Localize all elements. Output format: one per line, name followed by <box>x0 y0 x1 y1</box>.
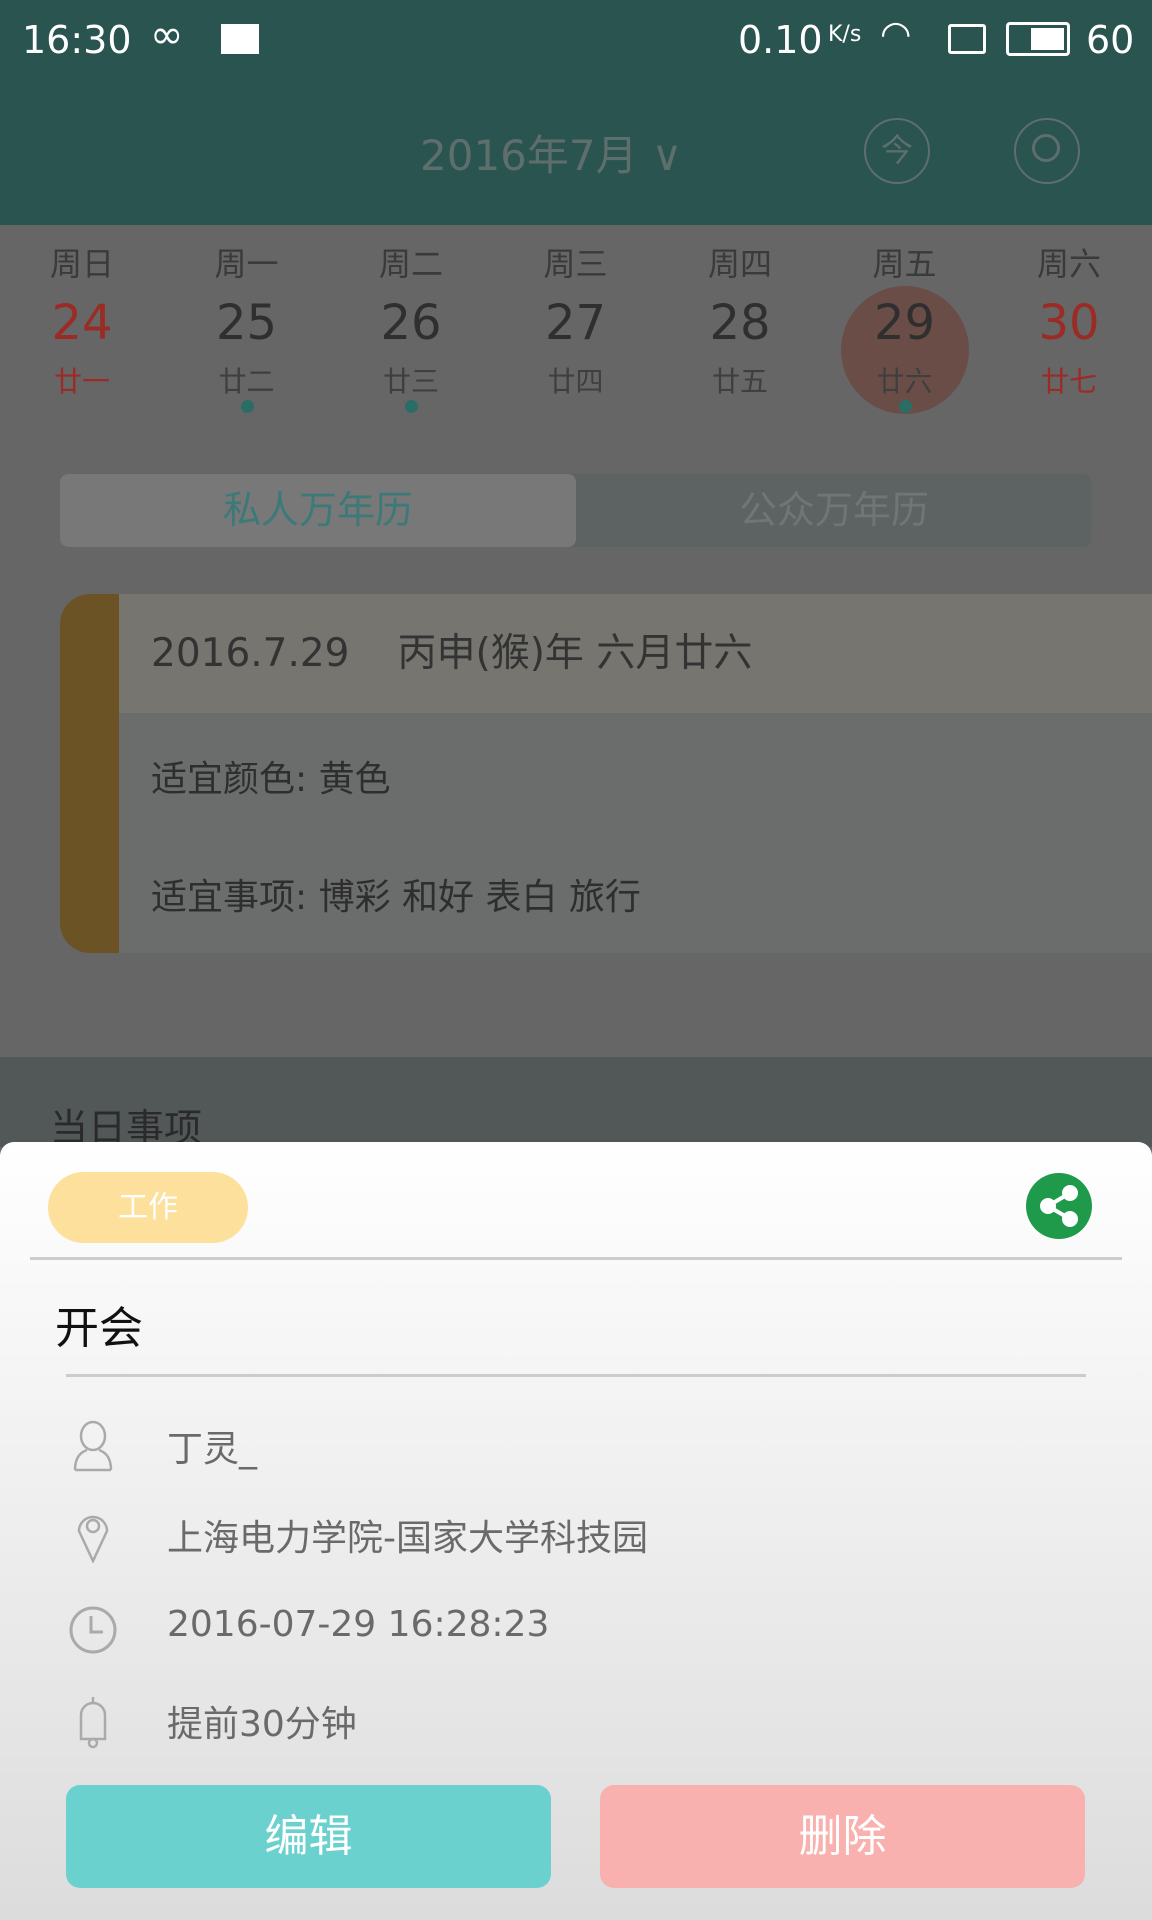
search-button[interactable] <box>1014 118 1080 184</box>
almanac-lunar: 丙申(猴)年 六月廿六 <box>397 631 753 676</box>
weekday-label: 周二 <box>378 245 443 283</box>
day-cell-30[interactable]: 周六 30 廿七 <box>987 225 1151 442</box>
lunar-date: 廿三 <box>382 365 439 398</box>
weekday-label: 周三 <box>543 245 608 283</box>
clock-icon <box>69 1606 117 1654</box>
suitable-color: 适宜颜色: 黄色 <box>151 759 391 800</box>
wifi-icon: ◠ <box>880 14 912 55</box>
event-title: 开会 <box>55 1303 143 1354</box>
pointer-arrow <box>562 442 590 454</box>
chevron-down-icon: ∨ <box>651 131 683 180</box>
battery-icon <box>1006 22 1070 56</box>
network-speed: 0.10 <box>738 18 823 62</box>
search-icon <box>1032 134 1060 162</box>
divider <box>30 1257 1122 1260</box>
sim-icon <box>948 24 986 54</box>
tab-public[interactable]: 公众万年历 <box>576 474 1091 547</box>
weekday-label: 周四 <box>707 245 772 283</box>
speed-unit: K/s <box>828 22 862 47</box>
day-number: 26 <box>380 295 442 351</box>
day-number: 29 <box>873 295 936 351</box>
suitable-matters: 适宜事项: 博彩 和好 表白 旅行 <box>151 877 641 918</box>
battery-level: 60 <box>1086 18 1135 62</box>
person-icon <box>73 1420 113 1472</box>
share-icon <box>1040 1185 1078 1227</box>
day-cell-29[interactable]: 周五 29 廿六 <box>823 225 987 442</box>
day-number: 27 <box>544 295 607 351</box>
image-icon <box>221 24 259 54</box>
almanac-card: 2016.7.29 丙申(猴)年 六月廿六 适宜颜色: 黄色 适宜事项: 博彩 和… <box>60 594 1152 953</box>
reminder-text: 提前30分钟 <box>167 1704 357 1745</box>
day-cell-28[interactable]: 周四 28 廿五 <box>658 225 822 442</box>
week-strip: 周日 24 廿一 周一 25 廿二 周二 26 廿三 周三 27 廿四 周四 28 廿五… <box>0 225 1152 442</box>
location-row: 上海电力学院-国家大学科技园 <box>0 1499 1152 1569</box>
status-time: 16:30 <box>22 18 132 62</box>
day-cell-26[interactable]: 周二 26 廿三 <box>329 225 493 442</box>
month-title: 2016年7月 <box>420 131 638 180</box>
lunar-date: 廿一 <box>53 365 110 398</box>
reminder-row: 提前30分钟 <box>0 1685 1152 1755</box>
weekday-label: 周六 <box>1036 245 1101 283</box>
infinity-icon: ∞ <box>150 12 184 58</box>
lunar-date: 廿二 <box>218 365 275 398</box>
event-dot <box>405 400 418 413</box>
delete-button[interactable]: 删除 <box>600 1785 1085 1888</box>
weekday-label: 周日 <box>49 245 114 283</box>
calendar-tabs: 私人万年历 公众万年历 <box>60 474 1091 547</box>
weekday-label: 周一 <box>214 245 279 283</box>
day-number: 28 <box>709 295 771 351</box>
status-bar: 16:30 ∞ 0.10 K/s ◠ 60 <box>0 0 1152 90</box>
almanac-date: 2016.7.29 <box>151 631 350 676</box>
event-dot <box>898 400 912 413</box>
lunar-date: 廿四 <box>547 365 604 398</box>
lunar-date: 廿七 <box>1040 365 1097 398</box>
events-section: 当日事项 <box>0 1057 1152 1150</box>
edit-button[interactable]: 编辑 <box>66 1785 551 1888</box>
day-cell-25[interactable]: 周一 25 廿二 <box>165 225 329 442</box>
weekday-label: 周五 <box>872 245 937 283</box>
bell-icon <box>79 1697 107 1749</box>
category-tag[interactable]: 工作 <box>48 1172 248 1243</box>
person-row: 丁灵_ <box>0 1410 1152 1480</box>
location-pin-icon <box>77 1515 109 1563</box>
share-button[interactable] <box>1026 1173 1092 1239</box>
event-time: 2016-07-29 16:28:23 <box>167 1604 550 1645</box>
today-button[interactable]: 今 <box>864 118 930 184</box>
lunar-date: 廿五 <box>711 365 768 398</box>
app-header: 2016年7月 ∨ 今 <box>0 90 1152 225</box>
location-text: 上海电力学院-国家大学科技园 <box>167 1518 648 1559</box>
day-cell-27[interactable]: 周三 27 廿四 <box>494 225 658 442</box>
day-number: 30 <box>1038 295 1100 351</box>
event-dot <box>240 400 254 413</box>
lunar-date: 廿六 <box>876 365 933 398</box>
day-number: 24 <box>51 295 113 351</box>
tab-private[interactable]: 私人万年历 <box>60 474 576 547</box>
card-stripe <box>60 594 119 953</box>
almanac-header: 2016.7.29 丙申(猴)年 六月廿六 <box>119 594 1152 713</box>
divider <box>66 1374 1086 1377</box>
time-row: 2016-07-29 16:28:23 <box>0 1594 1152 1664</box>
month-selector[interactable]: 2016年7月 ∨ <box>420 122 682 183</box>
day-number: 25 <box>215 295 278 351</box>
person-name: 丁灵_ <box>167 1429 258 1470</box>
day-cell-24[interactable]: 周日 24 廿一 <box>0 225 164 442</box>
